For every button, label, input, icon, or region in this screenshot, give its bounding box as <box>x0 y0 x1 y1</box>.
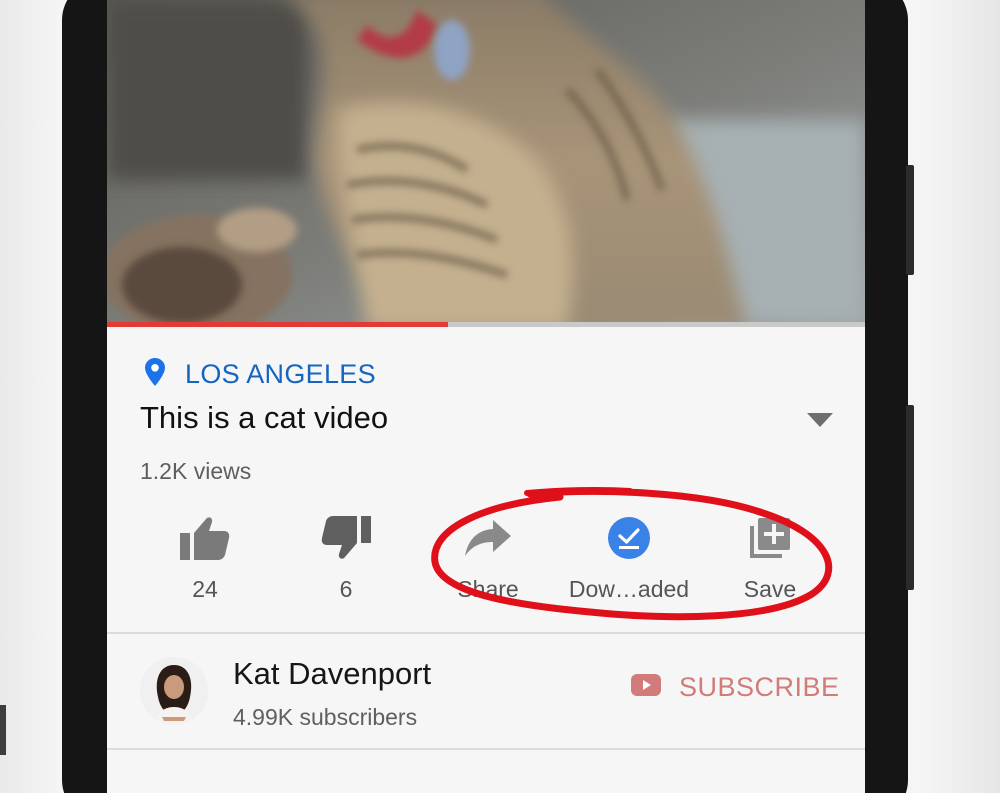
video-location[interactable]: LOS ANGELES <box>145 358 376 391</box>
like-button[interactable]: 24 <box>130 514 280 603</box>
video-progress-fill <box>107 322 449 327</box>
share-arrow-icon <box>465 519 511 561</box>
youtube-play-icon <box>631 674 661 701</box>
downloaded-check-icon <box>607 516 651 565</box>
dislike-count: 6 <box>339 576 353 602</box>
video-player[interactable] <box>107 0 865 322</box>
location-pin-icon <box>145 358 165 391</box>
download-label: Dow…aded <box>568 576 690 602</box>
video-title: This is a cat video <box>140 400 389 435</box>
location-label: LOS ANGELES <box>185 359 376 389</box>
save-button[interactable]: Save <box>695 514 845 603</box>
channel-name[interactable]: Kat Davenport <box>233 656 431 692</box>
section-divider <box>107 748 865 750</box>
subscribe-label: SUBSCRIBE <box>679 672 840 702</box>
subscriber-count: 4.99K subscribers <box>233 704 418 730</box>
phone-side-button <box>906 165 914 275</box>
phone-screen: LOS ANGELES This is a cat video 1.2K vie… <box>107 0 865 793</box>
subscribe-button[interactable]: SUBSCRIBE <box>631 672 840 703</box>
thumbs-down-icon <box>321 515 371 565</box>
dislike-button[interactable]: 6 <box>271 514 421 603</box>
thumbs-up-icon <box>180 516 230 565</box>
video-progress-bar[interactable] <box>107 322 865 327</box>
window-edge-tab <box>0 705 6 755</box>
share-button[interactable]: Share <box>413 514 563 603</box>
download-button[interactable]: Dow…aded <box>554 514 704 603</box>
like-count: 24 <box>192 576 218 602</box>
expand-description-icon[interactable] <box>807 413 833 427</box>
view-count: 1.2K views <box>140 458 252 484</box>
avatar-image <box>140 657 208 725</box>
save-label: Save <box>743 576 797 602</box>
channel-avatar[interactable] <box>140 657 208 725</box>
section-divider <box>107 632 865 634</box>
add-to-playlist-icon <box>748 516 792 565</box>
screenshot-stage: LOS ANGELES This is a cat video 1.2K vie… <box>0 0 1000 793</box>
video-frame-image <box>107 0 865 322</box>
phone-side-button <box>906 405 914 590</box>
share-label: Share <box>457 576 519 602</box>
